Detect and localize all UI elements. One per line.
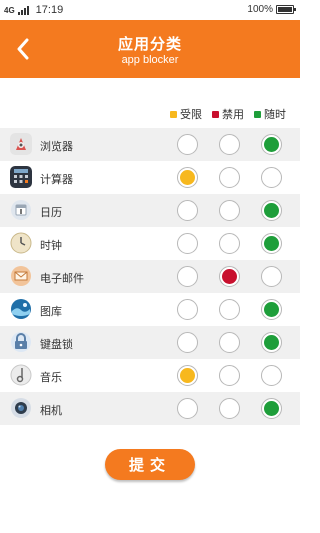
browser-icon (10, 133, 32, 155)
legend-label: 随时 (264, 109, 286, 121)
app-row-calendar: 日历 (0, 194, 300, 227)
radio-anytime[interactable] (261, 365, 282, 386)
app-row-browser: 浏览器 (0, 128, 300, 161)
app-row-music: 音乐 (0, 359, 300, 392)
radio-disabled[interactable] (219, 332, 240, 353)
status-right: 100% (247, 4, 296, 15)
camera-icon (10, 397, 32, 419)
radio-restricted[interactable] (177, 398, 198, 419)
radio-anytime[interactable] (261, 167, 282, 188)
app-name: 浏览器 (40, 141, 73, 153)
radio-restricted[interactable] (177, 134, 198, 155)
radio-anytime[interactable] (261, 398, 282, 419)
legend-anytime: 随时 (254, 106, 286, 122)
app-name: 图库 (40, 306, 62, 318)
status-left: 4G 17:19 (4, 4, 63, 16)
app-row-calculator: 计算器 (0, 161, 300, 194)
music-icon (10, 364, 32, 386)
legend-anytime-swatch (254, 110, 261, 118)
battery-percent: 100% (247, 4, 273, 15)
battery-icon (276, 5, 296, 14)
app-row-clock: 时钟 (0, 227, 300, 260)
app-row-camera: 相机 (0, 392, 300, 425)
radio-restricted[interactable] (177, 299, 198, 320)
network-type: 4G (4, 5, 15, 15)
app-header: 应用分类 app blocker (0, 20, 300, 78)
radio-restricted[interactable] (177, 167, 198, 188)
legend-restricted: 受限 (170, 106, 202, 122)
email-icon (10, 265, 32, 287)
submit-button[interactable]: 提交 (105, 449, 195, 480)
legend-restricted-swatch (170, 110, 177, 118)
radio-disabled[interactable] (219, 266, 240, 287)
app-row-email: 电子邮件 (0, 260, 300, 293)
app-name: 相机 (40, 405, 62, 417)
app-list: 浏览器 计算器 日历 时钟 电子邮件 图库 键盘锁 音乐 相机 (0, 128, 300, 425)
radio-anytime[interactable] (261, 266, 282, 287)
radio-disabled[interactable] (219, 299, 240, 320)
app-name: 电子邮件 (40, 273, 84, 285)
radio-restricted[interactable] (177, 365, 198, 386)
radio-disabled[interactable] (219, 167, 240, 188)
page-title: 应用分类 (117, 36, 182, 53)
gallery-icon (10, 298, 32, 320)
app-name: 键盘锁 (40, 339, 73, 351)
radio-anytime[interactable] (261, 299, 282, 320)
page-subtitle: app blocker (121, 54, 179, 66)
status-time: 17:19 (35, 4, 64, 16)
clock-icon (10, 232, 32, 254)
legend-label: 受限 (180, 109, 202, 121)
app-row-gallery: 图库 (0, 293, 300, 326)
app-name: 计算器 (40, 174, 73, 186)
radio-anytime[interactable] (261, 134, 282, 155)
calculator-icon (10, 166, 32, 188)
app-name: 日历 (40, 207, 62, 219)
radio-restricted[interactable] (177, 200, 198, 221)
radio-anytime[interactable] (261, 233, 282, 254)
app-name: 音乐 (40, 372, 62, 384)
calendar-icon (10, 199, 32, 221)
app-row-keyguard: 键盘锁 (0, 326, 300, 359)
legend-label: 禁用 (222, 109, 244, 121)
radio-disabled[interactable] (219, 200, 240, 221)
radio-anytime[interactable] (261, 200, 282, 221)
radio-restricted[interactable] (177, 233, 198, 254)
app-name: 时钟 (40, 240, 62, 252)
radio-disabled[interactable] (219, 365, 240, 386)
legend: 受限 禁用 随时 (170, 106, 286, 122)
radio-anytime[interactable] (261, 332, 282, 353)
signal-icon (17, 5, 29, 15)
radio-restricted[interactable] (177, 332, 198, 353)
radio-disabled[interactable] (219, 233, 240, 254)
keyguard-icon (10, 331, 32, 353)
status-bar: 4G 17:19 100% (0, 0, 300, 20)
radio-disabled[interactable] (219, 134, 240, 155)
radio-disabled[interactable] (219, 398, 240, 419)
legend-disabled: 禁用 (212, 106, 244, 122)
radio-restricted[interactable] (177, 266, 198, 287)
legend-disabled-swatch (212, 110, 219, 118)
